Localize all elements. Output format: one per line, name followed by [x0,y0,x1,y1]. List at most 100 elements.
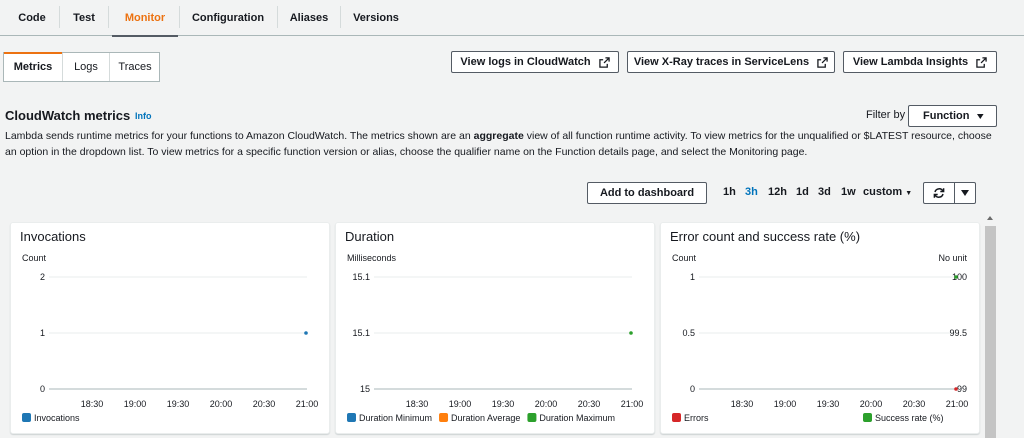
data-point [954,275,958,279]
y-tick-label: 2 [40,272,45,282]
caret-down-icon [961,190,969,196]
x-tick-label: 19:00 [774,399,797,409]
caret-down-icon [977,113,984,119]
legend-swatch [347,413,356,422]
sub-tab-metrics[interactable]: Metrics [4,52,62,81]
tab-configuration[interactable]: Configuration [183,0,273,36]
tab-monitor[interactable]: Monitor [112,0,178,37]
info-link[interactable]: Info [135,111,152,121]
legend-item: Duration Minimum [347,413,432,423]
view-logs-cloudwatch-button[interactable]: View logs in CloudWatch [451,51,619,73]
x-tick-label: 20:30 [903,399,926,409]
tab-divider [340,6,341,28]
filter-value: Function [923,110,970,122]
time-range-12h[interactable]: 12h [768,186,787,198]
page-scrollbar[interactable] [985,226,996,438]
external-link-icon [598,56,610,68]
x-tick-label: 21:00 [296,399,319,409]
y-tick-label: 0.5 [682,328,695,338]
legend-swatch [439,413,449,422]
x-tick-label: 19:30 [167,399,190,409]
x-tick-label: 20:30 [253,399,276,409]
section-description: Lambda sends runtime metrics for your fu… [5,130,992,158]
tab-divider [59,6,60,28]
refresh-options-button[interactable] [955,183,975,203]
y-tick-label: 0 [40,384,45,394]
time-range-3h[interactable]: 3h [745,186,758,198]
refresh-icon [933,188,945,198]
tab-test[interactable]: Test [63,0,105,36]
time-range-custom[interactable]: custom ▼ [863,186,912,198]
time-range-1d[interactable]: 1d [796,186,809,198]
legend-swatch [863,413,872,422]
time-range-1w[interactable]: 1w [841,186,856,198]
sub-tab-traces[interactable]: Traces [110,53,160,81]
legend-label: Invocations [34,413,80,423]
x-tick-label: 21:00 [946,399,969,409]
y-axis-label: Count [672,253,697,263]
tab-aliases[interactable]: Aliases [281,0,337,36]
duration-chart: Milliseconds 15.1 15.1 15 18:30 19:00 19:30 20:… [347,253,644,423]
time-range-3d[interactable]: 3d [818,186,831,198]
view-xray-traces-button[interactable]: View X-Ray traces in ServiceLens [627,51,835,73]
error-success-panel: Error count and success rate (%) Count No… [660,222,980,434]
monitor-sub-tabs: Metrics Logs Traces [3,52,160,82]
data-point [304,331,308,335]
y-axis-label: Count [22,253,47,263]
tab-divider [179,6,180,28]
legend-swatch [672,413,681,422]
sub-tab-logs[interactable]: Logs [63,53,109,81]
duration-panel: Duration Milliseconds 15.1 15.1 15 18:30 19:0… [335,222,655,434]
external-link-icon [976,56,987,68]
view-logs-label: View logs in CloudWatch [460,56,591,68]
tab-versions[interactable]: Versions [344,0,408,36]
y-tick-label: 15.1 [352,272,370,282]
x-tick-label: 19:00 [124,399,147,409]
legend-label: Duration Maximum [539,413,615,423]
y-right-tick-label: 99.5 [949,328,967,338]
x-tick-label: 20:00 [860,399,883,409]
view-lambda-insights-button[interactable]: View Lambda Insights [843,51,997,73]
filter-label: Filter by [866,109,906,121]
tab-code[interactable]: Code [8,0,56,36]
y-right-tick-label: 99 [957,384,967,394]
filter-dropdown[interactable]: Function [908,105,997,127]
x-tick-label: 18:30 [81,399,104,409]
legend-label: Duration Minimum [359,413,432,423]
y-tick-label: 15.1 [352,328,370,338]
scroll-up-arrow-icon[interactable] [987,216,993,220]
x-tick-label: 21:00 [621,399,644,409]
x-tick-label: 19:00 [449,399,472,409]
external-link-icon [817,56,828,68]
legend-label: Duration Average [451,413,520,423]
invocations-panel: Invocations Count 2 1 0 18:30 19:00 19:30 20:00… [10,222,330,434]
view-insights-label: View Lambda Insights [852,56,969,68]
legend-swatch [22,413,31,422]
refresh-button[interactable] [924,183,955,203]
tab-divider [277,6,278,28]
x-tick-label: 20:00 [535,399,558,409]
legend-label: Errors [684,413,709,423]
legend-item: Errors [672,413,709,423]
y-axis-label: Milliseconds [347,253,397,263]
error-success-chart: Count No unit10.5010099.59918:30 19:00 19:3… [672,253,969,423]
legend-swatch [527,413,537,422]
invocations-chart: Count 2 1 0 18:30 19:00 19:30 20:00 20:30 21:00 In… [22,253,319,423]
legend-item: Duration Average [439,413,520,423]
caret-down-icon: ▼ [905,190,913,197]
y-tick-label: 0 [690,384,695,394]
data-point [954,387,958,391]
refresh-split-button [923,182,976,204]
section-title: CloudWatch metrics [5,108,131,123]
top-tab-bar: Code Test Monitor Configuration Aliases … [0,0,1024,37]
view-xray-label: View X-Ray traces in ServiceLens [633,56,810,68]
legend-item: Duration Maximum [527,413,615,423]
x-tick-label: 19:30 [492,399,515,409]
add-to-dashboard-label: Add to dashboard [599,187,695,199]
data-point [629,331,633,335]
x-tick-label: 18:30 [731,399,754,409]
x-tick-label: 20:30 [578,399,601,409]
add-to-dashboard-button[interactable]: Add to dashboard [587,182,707,204]
y-tick-label: 1 [40,328,45,338]
time-range-1h[interactable]: 1h [723,186,736,198]
